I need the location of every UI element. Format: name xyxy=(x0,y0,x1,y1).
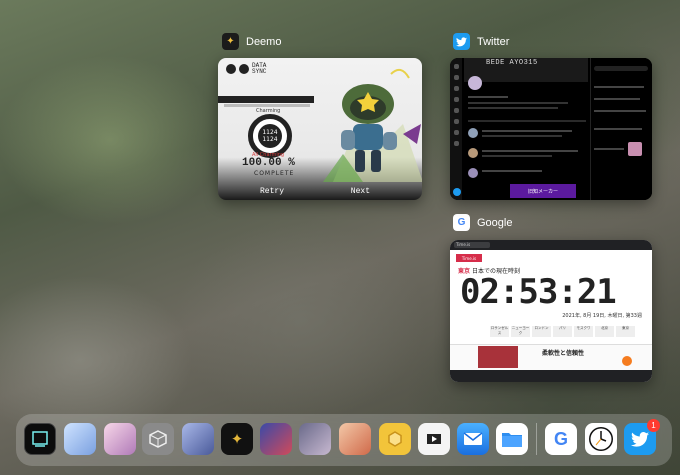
ad-image xyxy=(478,346,518,368)
tweet-text-line xyxy=(482,130,572,132)
dock-app-mail-icon[interactable] xyxy=(457,423,489,455)
profile-banner: BEDE AYO315 xyxy=(464,58,588,82)
more-icon[interactable] xyxy=(453,141,459,146)
city-chip[interactable]: ロンドン xyxy=(532,326,551,337)
explore-icon[interactable] xyxy=(453,75,459,80)
tweet-avatar xyxy=(468,128,478,138)
banner-text: BEDE AYO315 xyxy=(486,59,538,67)
ad-arrow-icon[interactable] xyxy=(622,356,632,366)
score-percent: 100.00 % xyxy=(242,157,295,169)
promo-button[interactable]: 旧知メーカー xyxy=(510,184,576,198)
tweet-text-line xyxy=(482,150,578,152)
twitter-nav-rail xyxy=(450,58,462,200)
current-date: 2021年, 8月 19日, 木曜日, 第33週 xyxy=(562,313,642,319)
dock-separator xyxy=(536,423,537,455)
deemo-app-name: Deemo xyxy=(246,35,282,48)
dock-app-deemo-icon[interactable]: ✦ xyxy=(221,423,253,455)
twitter-notification-badge: 1 xyxy=(647,419,660,432)
tweet-avatar xyxy=(468,168,478,178)
combo-count: 1124 xyxy=(262,129,278,136)
dock-app-honeycomb-icon[interactable] xyxy=(379,423,411,455)
trend-thumbnail xyxy=(628,142,642,156)
twitter-search-field[interactable] xyxy=(594,66,648,71)
profile-bio-line xyxy=(468,107,558,109)
lists-icon[interactable] xyxy=(453,119,459,124)
dock-app-cytus-icon[interactable] xyxy=(24,423,56,455)
dock-app-anime-game-1-icon[interactable] xyxy=(64,423,96,455)
dock-app-anime-game-5-icon[interactable] xyxy=(299,423,331,455)
dock-app-google-icon[interactable]: G xyxy=(545,423,577,455)
dock-app-files-icon[interactable] xyxy=(496,423,528,455)
notifications-icon[interactable] xyxy=(453,86,459,91)
bookmarks-icon[interactable] xyxy=(453,108,459,113)
song-title-bar xyxy=(218,96,314,103)
city-chip[interactable]: モスクワ xyxy=(574,326,593,337)
dock-app-anime-game-4-icon[interactable] xyxy=(260,423,292,455)
cloud-icon xyxy=(226,64,236,74)
robot-character-illustration xyxy=(323,68,422,182)
sync-icon xyxy=(239,64,249,74)
world-cities-row: ロサンゼルス ニューヨーク ロンドン パリ モスクワ 北京 東京 xyxy=(490,326,635,337)
browser-tab-bar: Time.is xyxy=(450,240,652,250)
current-time-display: 02:53:21 xyxy=(460,272,617,312)
tweet-text-line xyxy=(482,170,542,172)
data-sync-label: DATA SYNC xyxy=(252,62,267,75)
song-subtitle-bar xyxy=(224,104,310,107)
retry-button[interactable]: Retry xyxy=(260,187,284,196)
dock-app-anime-game-6-icon[interactable] xyxy=(339,423,371,455)
profile-name-line xyxy=(468,96,508,98)
trend-line xyxy=(594,98,640,100)
compose-tweet-button[interactable] xyxy=(453,188,461,196)
deemo-app-card[interactable]: DATA SYNC Charming 1124 1124 All Charmin… xyxy=(218,58,422,200)
combo-total: 1124 xyxy=(262,136,278,143)
complete-label: COMPLETE xyxy=(254,170,295,177)
trend-line xyxy=(594,148,624,150)
city-chip[interactable]: 北京 xyxy=(595,326,614,337)
google-app-icon: G xyxy=(453,214,470,231)
dock-app-clock-icon[interactable] xyxy=(585,423,617,455)
browser-tab[interactable]: Time.is xyxy=(454,242,490,248)
trend-line xyxy=(594,128,642,130)
city-chip[interactable]: 東京 xyxy=(616,326,635,337)
profile-bio-line xyxy=(468,102,568,104)
tweet-avatar xyxy=(468,148,478,158)
ad-title: 柔軟性と信頼性 xyxy=(542,350,585,357)
tweet-text-line xyxy=(482,135,562,137)
dock-app-anime-game-3-icon[interactable] xyxy=(182,423,214,455)
twitter-bird-icon xyxy=(453,33,470,50)
dock-app-video-player-icon[interactable] xyxy=(418,423,450,455)
twitter-app-name: Twitter xyxy=(477,35,510,48)
tweet-text-line xyxy=(482,155,552,157)
google-app-card[interactable]: Time.is Time.is 東京 日本での現在時刻 02:53:21 202… xyxy=(450,240,652,382)
profile-tabs-divider xyxy=(468,120,586,122)
city-chip[interactable]: パリ xyxy=(553,326,572,337)
trend-line xyxy=(594,110,646,112)
profile-icon[interactable] xyxy=(453,130,459,135)
home-icon[interactable] xyxy=(453,64,459,69)
city-chip[interactable]: ロサンゼルス xyxy=(490,326,509,337)
site-logo[interactable]: Time.is xyxy=(456,254,482,262)
deemo-app-icon: ✦ xyxy=(222,33,239,50)
data-sync-indicator[interactable]: DATA SYNC xyxy=(226,63,274,75)
google-app-name: Google xyxy=(477,216,513,229)
google-app-label[interactable]: G Google xyxy=(453,214,512,231)
twitter-app-label[interactable]: Twitter xyxy=(453,33,509,50)
dock-app-cube-icon[interactable] xyxy=(142,423,174,455)
messages-icon[interactable] xyxy=(453,97,459,102)
browser-toolbar xyxy=(450,370,652,382)
deemo-app-label[interactable]: ✦ Deemo xyxy=(222,33,281,50)
city-chip[interactable]: ニューヨーク xyxy=(511,326,530,337)
profile-avatar[interactable] xyxy=(468,76,482,90)
twitter-app-card[interactable]: BEDE AYO315 旧知メーカー xyxy=(450,58,652,200)
next-button[interactable]: Next xyxy=(351,187,370,196)
dock-app-anime-game-2-icon[interactable] xyxy=(104,423,136,455)
trend-line xyxy=(594,86,644,88)
